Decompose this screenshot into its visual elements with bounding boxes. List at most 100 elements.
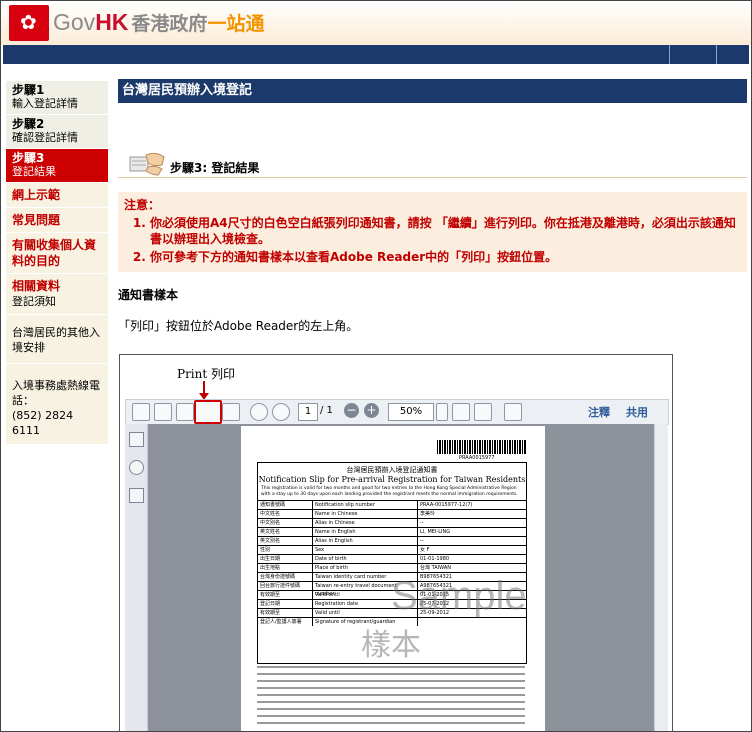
sidebar-link-faq[interactable]: 常見問題 [6,208,108,233]
nav-divider [669,45,670,64]
form-cell: Sex [313,546,418,554]
barcode-text: PRAA0015977 [459,455,495,461]
form-cell: PRAA-0015977-12(7) [420,502,473,508]
document-hand-icon [129,152,165,176]
form-row: 英文別名 Alias in English -- [258,536,526,545]
zoom-out-icon: − [344,403,359,418]
form-cell: 性別 [258,546,313,554]
page-number-field: 1 [298,403,318,421]
form-cell: 台灣 TAIWAN [420,565,451,571]
form-cell: 出生地點 [258,564,313,572]
govhk-logo[interactable]: Gov HK 香港政府 一站通 [53,9,264,36]
document-viewport: PRAA0015977 台灣居民預辦入境登記通知書 Notification S… [148,424,654,731]
print-icon [194,400,222,424]
form-cell: LI, MEI-LING [420,529,451,535]
top-nav-bar [3,45,749,64]
form-cell: Name in English [313,528,418,536]
pages-icon [129,432,144,447]
reader-toolbar: 1 / 1 − + 50% 注釋 共用 [125,399,669,425]
open-folder-icon [154,403,172,421]
form-intro: This registration is valid for two month… [261,486,518,497]
watermark-sample: Sample [391,574,527,618]
form-cell: Name in Chinese [313,510,418,518]
bauhinia-icon: ✿ [20,10,37,34]
form-cell: 登記日期 [258,600,313,608]
email-icon [222,403,240,421]
read-mode-icon [504,403,522,421]
sidebar-link-demo[interactable]: 網上示範 [6,183,108,208]
share-link: 共用 [626,406,648,419]
form-cell: 回台旅行證件號碼 [258,582,313,590]
page-up-icon [250,403,268,421]
form-cell: 英文姓名 [258,528,313,536]
notice-item: 你必須使用A4尺寸的白色空白紙張列印通知書，請按 「繼續」進行列印。你在抵港及離… [150,215,741,247]
form-row: 出生地點 Place of birth 台灣 TAIWAN [258,563,526,572]
sidebar-link-related[interactable]: 相關資料 登記須知 [6,274,108,315]
form-row: 通知書號碼 Notification slip number PRAA-001597… [258,500,526,509]
notice-item: 你可參考下方的通知書樣本以查看Adobe Reader中的「列印」按鈕位置。 [150,249,741,265]
step-result-title: 步驟3: 登記結果 [170,161,260,175]
form-row: 出生日期 Date of birth 01-01-1980 [258,554,526,563]
zoom-dropdown-icon [436,403,448,421]
nav-divider [716,45,717,64]
form-row: 中文姓名 Name in Chinese 李美玲 [258,509,526,518]
save-icon [176,403,194,421]
logo-zh-text: 香港政府 [131,14,208,35]
barcode [437,440,527,454]
sidebar-step-3-active: 步驟3 登記結果 [6,149,108,183]
sample-heading: 通知書樣本 [118,288,179,302]
link-label: 相關資料 [12,279,61,293]
link-label: 有關收集個人資料的目的 [12,238,97,268]
link-sub-label[interactable]: 登記須知 [12,294,102,310]
other-arrangements-text: 台灣居民的其他入境安排 [12,326,100,354]
attachment-icon [129,460,144,475]
binoculars-icon [129,488,144,503]
sample-description: 「列印」按鈕位於Adobe Reader的左上角。 [118,319,359,333]
sidebar-step-1: 步驟1 輸入登記詳情 [6,81,108,115]
hotline-number: (852) 2824 6111 [12,409,74,437]
hotline-label: 入境事務處熱線電話： [12,379,100,407]
step-subtitle: 確認登記詳情 [12,131,78,144]
notification-slip-page: PRAA0015977 台灣居民預辦入境登記通知書 Notification S… [241,426,545,731]
form-cell: 登記人/監護人簽署 [258,618,313,626]
form-cell [418,618,526,626]
form-row: 英文姓名 Name in English LI, MEI-LING [258,527,526,536]
form-cell: 英文別名 [258,537,313,545]
form-cell: 李美玲 [420,511,436,517]
form-cell: Alias in English [313,537,418,545]
form-cell: 出生日期 [258,555,313,563]
annotate-link: 注釋 [588,406,610,419]
logo-zh-accent-text: 一站通 [207,14,265,35]
sidebar: 步驟1 輸入登記詳情 步驟2 確認登記詳情 步驟3 登記結果 網上示範 常見問題… [6,81,108,444]
step-subtitle: 登記結果 [12,165,56,178]
print-caption: Print 列印 [177,367,236,381]
step-title: 步驟3 [12,151,45,165]
form-title-zh: 台灣居民預辦入境登記通知書 [346,466,438,474]
form-cell: 有效期至 [258,591,313,599]
main-content: 台灣居民預辦入境登記 步驟3: 登記結果 注意： 你必須使用A4尺寸的白色空白紙… [118,79,747,334]
sidebar-other-arrangements[interactable]: 台灣居民的其他入境安排 [6,315,108,364]
form-cell: 台灣身份證號碼 [258,573,313,581]
reader-scrollbar [654,424,668,731]
sidebar-hotline: 入境事務處熱線電話： (852) 2824 6111 [6,364,108,444]
zoom-in-icon: + [364,403,379,418]
form-cell: Place of birth [313,564,418,572]
step-header: 步驟3: 登記結果 [118,103,747,178]
sidebar-step-2: 步驟2 確認登記詳情 [6,115,108,149]
fine-print [257,666,525,729]
hk-flag-logo[interactable]: ✿ [9,5,49,41]
site-header: ✿ Gov HK 香港政府 一站通 [1,1,751,45]
logo-hk-text: HK [95,9,129,35]
sidebar-link-purpose[interactable]: 有關收集個人資料的目的 [6,233,108,274]
page-frame: ✿ Gov HK 香港政府 一站通 步驟1 輸入登記詳情 步驟2 確認登記詳情 … [0,0,752,732]
form-cell: 通知書號碼 [258,501,313,509]
fit-width-icon [474,403,492,421]
step-subtitle: 輸入登記詳情 [12,97,78,110]
notice-list: 你必須使用A4尺寸的白色空白紙張列印通知書，請按 「繼續」進行列印。你在抵港及離… [124,215,741,265]
fit-page-icon [452,403,470,421]
link-label: 常見問題 [12,213,61,227]
page-title: 台灣居民預辦入境登記 [118,79,747,103]
reader-left-rail [125,424,148,731]
notice-box: 注意： 你必須使用A4尺寸的白色空白紙張列印通知書，請按 「繼續」進行列印。你在… [118,192,747,272]
page-total: / 1 [320,405,333,416]
